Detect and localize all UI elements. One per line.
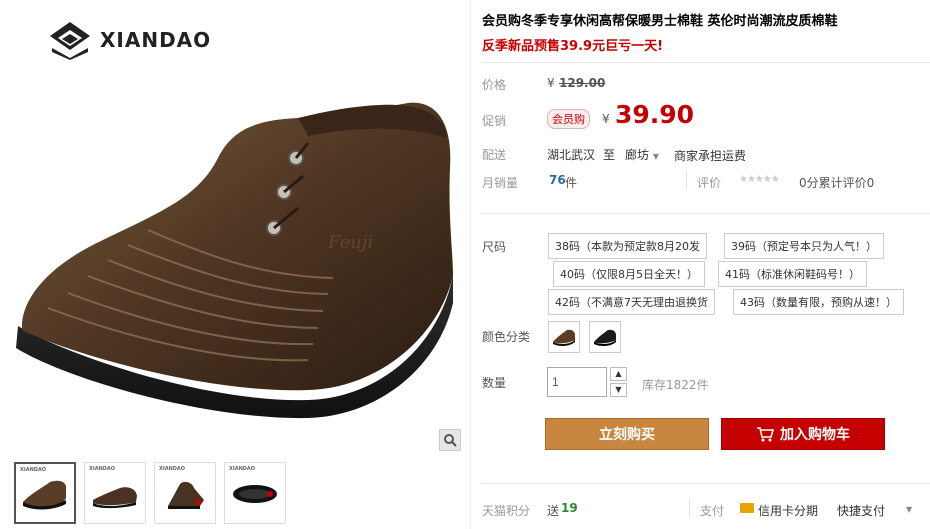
quick-pay[interactable]: 快捷支付 <box>837 502 885 519</box>
divider <box>686 172 687 188</box>
thumbnail-1[interactable]: XIANDAO <box>14 462 76 524</box>
chevron-down-icon: ▼ <box>615 385 622 394</box>
payment-label: 支付 <box>700 504 725 518</box>
monthly-sales-value: 76 <box>549 173 566 187</box>
size-option-40[interactable]: 40码（仅限8月5日全天！） <box>553 261 705 287</box>
size-option-43[interactable]: 43码（数量有限，预购从速！） <box>733 289 904 315</box>
delivery-destination-dropdown[interactable]: 廊坊 ▼ <box>625 146 659 163</box>
thumbnail-shoe-image <box>168 481 204 509</box>
thumbnail-strip: XIANDAO XIANDAO XIANDAO XIANDAO <box>14 462 286 524</box>
chevron-down-icon: ▼ <box>652 152 659 161</box>
promo-price: 39.90 <box>615 100 695 129</box>
thumbnail-shoe-image <box>93 487 137 509</box>
promo-headline: 反季新品预售39.9元巨亏一天! <box>482 39 664 54</box>
size-option-42[interactable]: 42码（不满意7天无理由退换货 <box>548 289 715 315</box>
tmall-points-label: 天猫积分 <box>482 504 531 518</box>
color-label: 颜色分类 <box>482 330 531 344</box>
divider <box>481 62 930 63</box>
add-to-cart-label: 加入购物车 <box>780 427 850 443</box>
member-badge: 会员购 <box>547 109 590 129</box>
thumbnail-brand-tag: XIANDAO <box>229 466 256 472</box>
price-currency: ¥ <box>547 76 555 90</box>
delivery-from: 湖北武汉 <box>547 148 596 162</box>
quantity-input[interactable] <box>547 367 607 397</box>
original-price: 129.00 <box>559 76 606 90</box>
delivery-to-word: 至 <box>603 148 616 162</box>
thumbnail-2[interactable]: XIANDAO <box>84 462 146 524</box>
points-send-word: 送 <box>547 504 560 518</box>
points-value: 19 <box>561 501 578 515</box>
magnifier-icon <box>444 434 457 447</box>
stock-count: 库存1822件 <box>642 378 709 392</box>
price-label: 价格 <box>482 78 507 92</box>
panel-divider <box>470 0 471 529</box>
buy-now-label: 立刻购买 <box>599 427 655 443</box>
size-option-38[interactable]: 38码（本款为预定款8月20发 <box>548 233 707 259</box>
chevron-up-icon: ▲ <box>615 369 622 378</box>
monthly-sales-unit: 件 <box>565 176 578 190</box>
zoom-button[interactable] <box>439 429 461 451</box>
divider <box>481 483 930 484</box>
brown-shoe-icon <box>553 329 575 347</box>
thumbnail-brand-tag: XIANDAO <box>159 466 186 472</box>
monthly-sales-label: 月销量 <box>482 176 519 190</box>
thumbnail-brand-tag: XIANDAO <box>20 467 47 473</box>
thumbnail-sole-image <box>233 485 277 503</box>
promo-label: 促销 <box>482 114 507 128</box>
quantity-label: 数量 <box>482 376 507 390</box>
credit-card-icon <box>740 503 754 513</box>
color-swatch-black[interactable] <box>589 321 621 353</box>
review-count-link[interactable]: 0分累计评价0 <box>799 174 874 191</box>
review-label: 评价 <box>697 176 722 190</box>
delivery-destination: 廊坊 <box>625 148 650 162</box>
promo-currency: ¥ <box>602 112 610 126</box>
delivery-label: 配送 <box>482 148 507 162</box>
add-to-cart-button[interactable]: 加入购物车 <box>721 418 885 450</box>
size-option-41[interactable]: 41码（标准休闲鞋码号！） <box>718 261 867 287</box>
thumbnail-3[interactable]: XIANDAO <box>154 462 216 524</box>
rating-stars: ★★★★★ <box>739 174 780 185</box>
size-label: 尺码 <box>482 240 507 254</box>
buy-now-button[interactable]: 立刻购买 <box>545 418 709 450</box>
delivery-fee: 商家承担运费 <box>674 149 747 163</box>
svg-text:Feuji: Feuji <box>327 232 373 253</box>
thumbnail-brand-tag: XIANDAO <box>89 466 116 472</box>
product-title: 会员购冬季专享休闲高帮保暖男士棉鞋 英伦时尚潮流皮质棉鞋 <box>482 14 838 29</box>
main-product-image: XIANDAO Feuji <box>8 8 463 453</box>
black-shoe-icon <box>594 329 616 347</box>
size-option-39[interactable]: 39码（预定号本只为人气！） <box>724 233 884 259</box>
shoe-image: Feuji <box>16 102 453 419</box>
quantity-decrease-button[interactable]: ▼ <box>610 383 627 397</box>
divider <box>689 500 690 516</box>
chevron-down-icon[interactable]: ▼ <box>906 505 912 514</box>
product-info-panel: 会员购冬季专享休闲高帮保暖男士棉鞋 英伦时尚潮流皮质棉鞋 反季新品预售39.9元… <box>481 0 930 529</box>
thumbnail-4[interactable]: XIANDAO <box>224 462 286 524</box>
color-swatch-brown[interactable] <box>548 321 580 353</box>
cart-icon <box>757 427 774 442</box>
divider <box>481 213 930 214</box>
thumbnail-shoe-image <box>23 480 66 510</box>
quantity-increase-button[interactable]: ▲ <box>610 367 627 381</box>
credit-card-installment[interactable]: 信用卡分期 <box>758 502 818 519</box>
